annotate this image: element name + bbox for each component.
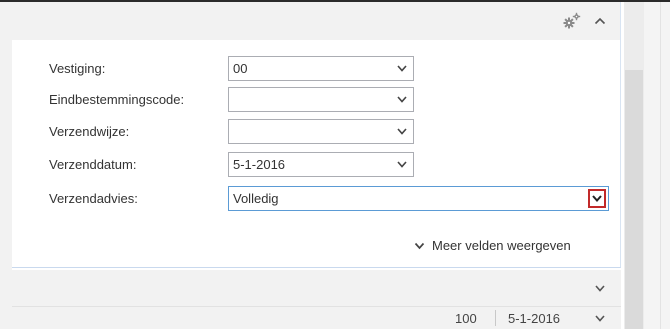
date-value: 5-1-2016	[508, 311, 561, 326]
field-value: 5-1-2016	[233, 157, 286, 172]
fasttab-header	[12, 2, 620, 40]
chevron-down-icon	[592, 195, 602, 202]
left-margin	[0, 2, 12, 329]
field-value: Volledig	[233, 191, 279, 206]
verzendadvies-select[interactable]: Volledig	[228, 186, 609, 211]
chevron-down-icon[interactable]	[595, 285, 605, 292]
chevron-down-icon[interactable]	[397, 65, 407, 72]
dropdown-button[interactable]	[588, 189, 606, 208]
show-more-fields-label: Meer velden weergeven	[432, 238, 571, 253]
column-divider	[495, 310, 496, 326]
chevron-up-icon[interactable]	[594, 11, 610, 31]
chevron-down-icon[interactable]	[397, 161, 407, 168]
field-label: Verzendadvies:	[49, 191, 138, 206]
chevron-down-icon[interactable]	[397, 96, 407, 103]
chevron-down-icon[interactable]	[397, 128, 407, 135]
field-label: Verzendwijze:	[49, 124, 130, 139]
verzendwijze-select[interactable]	[228, 119, 414, 144]
gear-icon[interactable]	[562, 11, 582, 31]
chevron-down-icon[interactable]	[595, 315, 605, 322]
field-label: Verzenddatum:	[49, 157, 137, 172]
field-row-verzendadvies: Verzendadvies: Volledig	[12, 186, 612, 211]
verzenddatum-select[interactable]: 5-1-2016	[228, 152, 414, 177]
lines-summary-row[interactable]: 100 5-1-2016	[12, 306, 621, 329]
field-row-verzenddatum: Verzenddatum: 5-1-2016	[12, 152, 612, 177]
field-value: 00	[233, 61, 248, 76]
collapsed-fasttab[interactable]	[12, 270, 621, 306]
gutter-divider	[660, 2, 661, 329]
field-label: Eindbestemmingscode:	[49, 92, 185, 107]
field-row-eindbestemmingscode: Eindbestemmingscode:	[12, 87, 612, 112]
scrollbar-thumb[interactable]	[625, 70, 643, 329]
quantity-value: 100	[455, 311, 477, 326]
field-row-verzendwijze: Verzendwijze:	[12, 119, 612, 144]
eindbestemmingscode-select[interactable]	[228, 87, 414, 112]
vestiging-select[interactable]: 00	[228, 56, 414, 81]
chevron-down-icon	[414, 242, 425, 250]
field-row-vestiging: Vestiging: 00	[12, 56, 612, 81]
field-label: Vestiging:	[49, 61, 106, 76]
shipping-fasttab: Vestiging: 00 Eindbestemmingscode: Verze…	[12, 2, 621, 268]
